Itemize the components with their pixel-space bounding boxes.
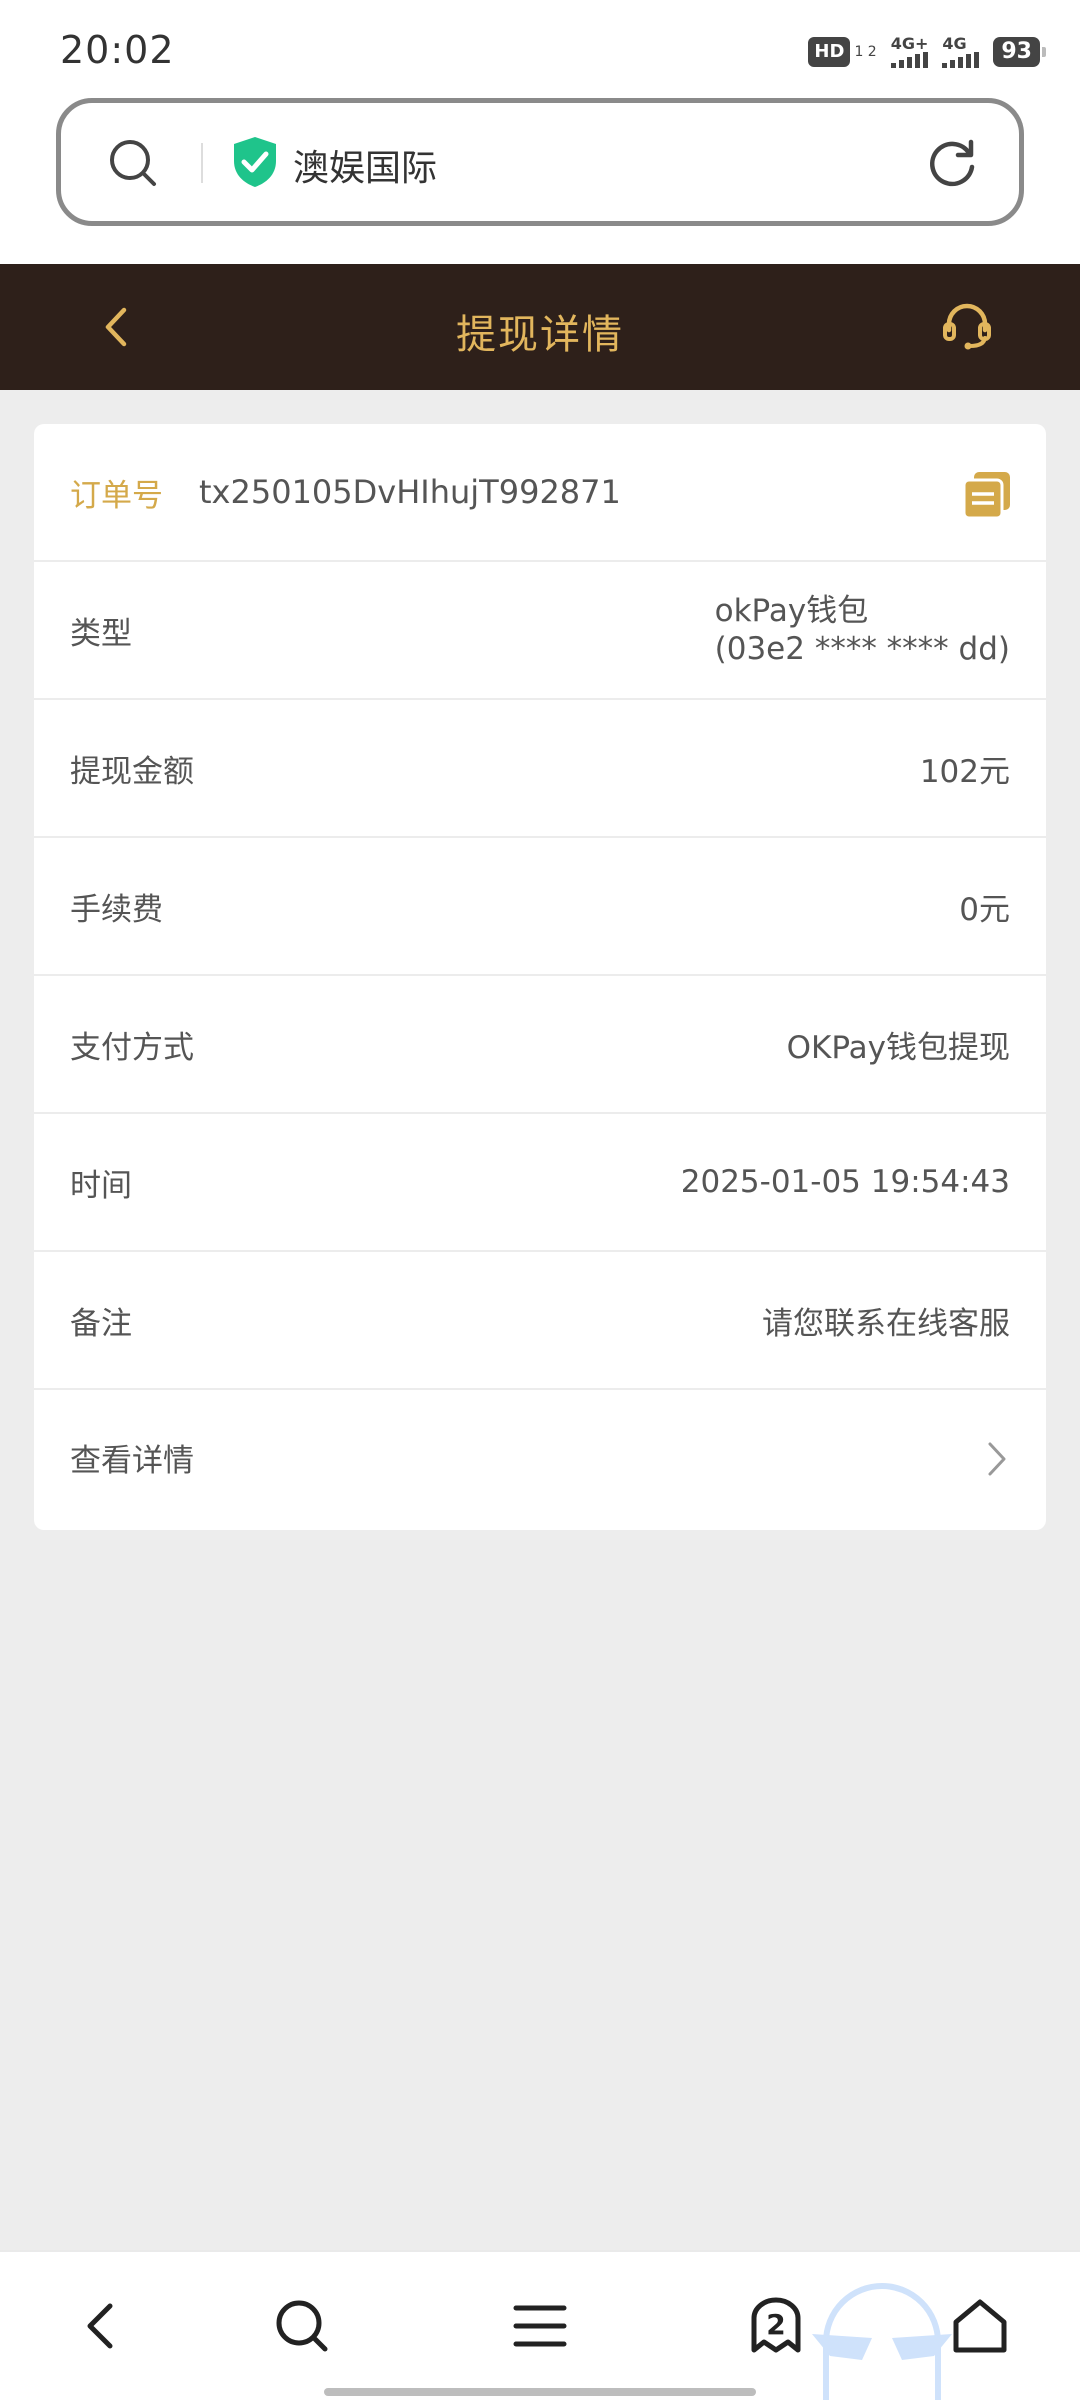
shield-check-icon <box>234 137 276 187</box>
refresh-icon[interactable] <box>925 137 979 191</box>
fee-label: 手续费 <box>70 891 163 928</box>
amount-label: 提现金额 <box>70 753 194 790</box>
address-bar[interactable]: 澳娱国际 <box>56 98 1024 226</box>
search-icon[interactable] <box>107 137 159 189</box>
time-value: 2025-01-05 19:54:43 <box>680 1164 1010 1200</box>
tabs-count: 2 <box>766 2308 786 2341</box>
signal-icon-1: 4G+ <box>890 36 928 68</box>
page-title: 提现详情 <box>456 312 624 358</box>
headset-icon[interactable] <box>940 298 994 352</box>
search-icon[interactable] <box>272 2296 332 2356</box>
home-icon[interactable] <box>950 2296 1010 2356</box>
view-details-row[interactable]: 查看详情 <box>34 1390 1046 1524</box>
hd-icon: HD <box>808 37 851 67</box>
payment-method-value: OKPay钱包提现 <box>786 1029 1010 1066</box>
hd-sim-label: 1 2 <box>854 44 877 60</box>
fee-row: 手续费 0元 <box>34 838 1046 976</box>
tabs-icon[interactable]: 2 <box>746 2296 806 2356</box>
order-number-label: 订单号 <box>70 477 163 514</box>
time-label: 时间 <box>70 1167 132 1204</box>
type-label: 类型 <box>70 615 132 652</box>
type-value: okPay钱包 (03e2 **** **** dd) <box>715 592 1010 668</box>
browser-bar: 澳娱国际 <box>0 96 1080 264</box>
back-icon[interactable] <box>72 2296 132 2356</box>
time-row: 时间 2025-01-05 19:54:43 <box>34 1114 1046 1252</box>
chevron-right-icon <box>988 1442 1006 1476</box>
remark-value: 请您联系在线客服 <box>762 1305 1010 1342</box>
status-bar: 20:02 HD 1 2 4G+ 4G 93 <box>0 0 1080 96</box>
withdrawal-details-card: 订单号 tx250105DvHIhujT992871 类型 okPay钱包 (0… <box>34 424 1046 1530</box>
fee-value: 0元 <box>959 891 1010 928</box>
type-row: 类型 okPay钱包 (03e2 **** **** dd) <box>34 562 1046 700</box>
order-number-row: 订单号 tx250105DvHIhujT992871 <box>34 424 1046 562</box>
amount-value: 102元 <box>919 753 1010 790</box>
mascot-icon <box>812 2283 952 2400</box>
payment-method-label: 支付方式 <box>70 1029 194 1066</box>
menu-icon[interactable] <box>510 2296 570 2356</box>
battery-icon: 93 <box>993 37 1046 67</box>
copy-icon[interactable] <box>962 470 1012 520</box>
page-header: 提现详情 <box>0 264 1080 390</box>
amount-row: 提现金额 102元 <box>34 700 1046 838</box>
address-divider <box>201 143 203 183</box>
site-title: 澳娱国际 <box>293 148 438 189</box>
home-indicator[interactable] <box>324 2388 756 2396</box>
signal-icon-2: 4G <box>942 36 980 68</box>
view-details-label: 查看详情 <box>70 1442 194 1479</box>
payment-method-row: 支付方式 OKPay钱包提现 <box>34 976 1046 1114</box>
order-number-value: tx250105DvHIhujT992871 <box>199 473 621 511</box>
remark-row: 备注 请您联系在线客服 <box>34 1252 1046 1390</box>
type-value-line1: okPay钱包 <box>714 593 869 629</box>
remark-label: 备注 <box>70 1305 132 1342</box>
status-time: 20:02 <box>60 28 175 72</box>
status-icons: HD 1 2 4G+ 4G 93 <box>808 34 1046 70</box>
type-value-line2: (03e2 **** **** dd) <box>714 631 1010 667</box>
